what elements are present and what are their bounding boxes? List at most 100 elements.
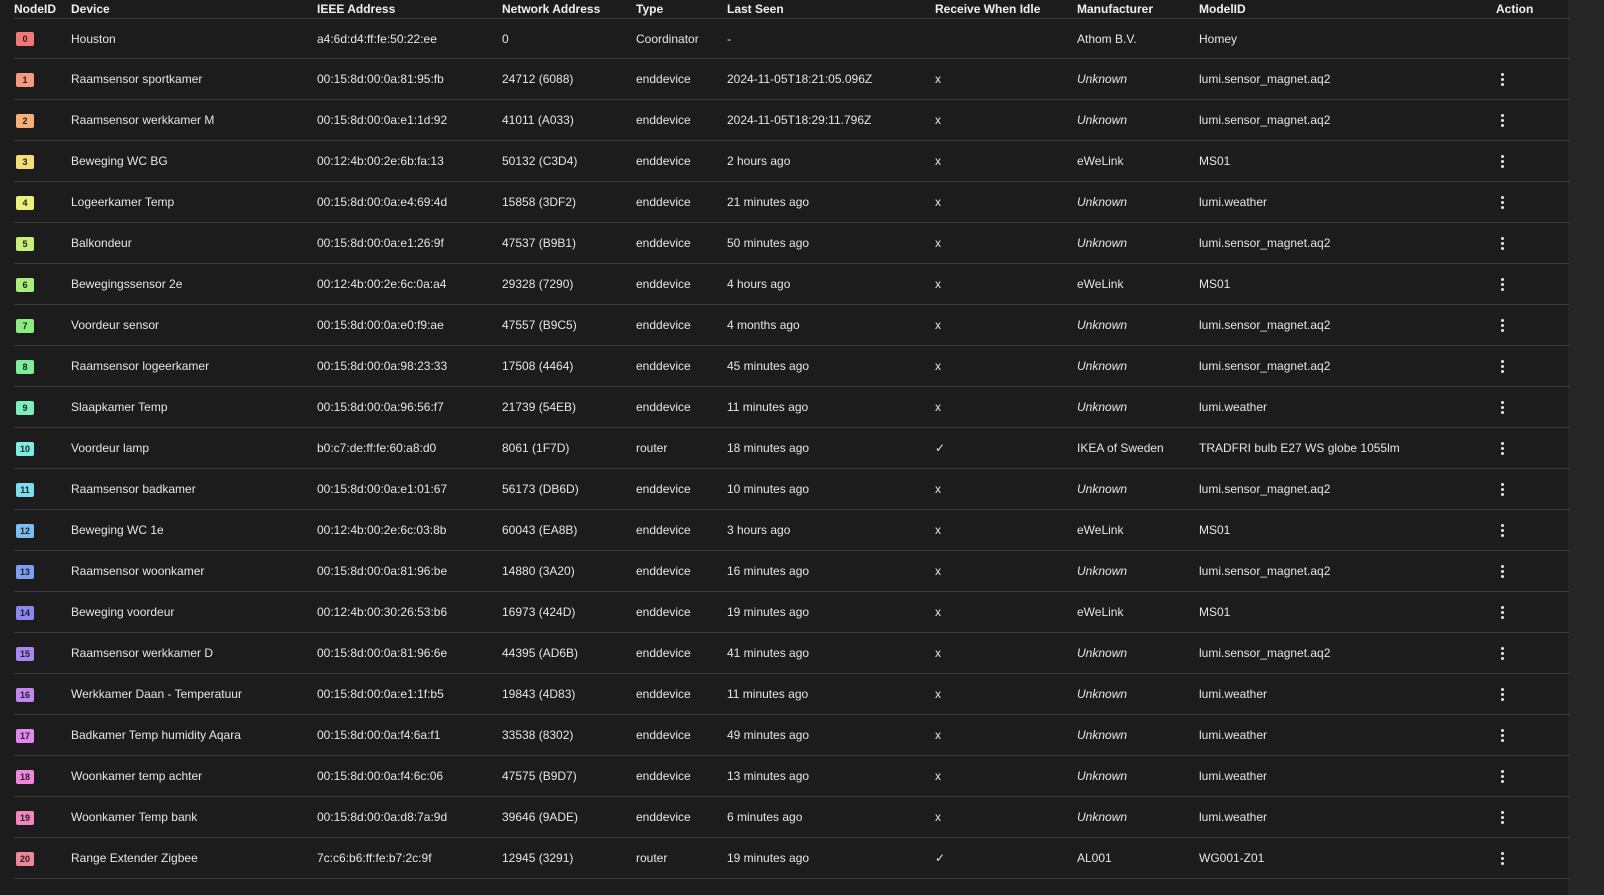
scrollbar-track[interactable] xyxy=(1568,0,1604,895)
type-cell: enddevice xyxy=(636,277,691,291)
more-vert-icon[interactable] xyxy=(1496,273,1508,293)
last-seen-cell: 3 hours ago xyxy=(727,523,791,537)
more-vert-icon[interactable] xyxy=(1496,437,1508,457)
receive-when-idle-cell: x xyxy=(935,769,941,783)
node-id-badge: 0 xyxy=(16,32,34,46)
more-vert-icon[interactable] xyxy=(1496,68,1508,88)
table-row[interactable]: 15 Raamsensor werkkamer D 00:15:8d:00:0a:8… xyxy=(14,633,1570,674)
device-name-cell: Woonkamer temp achter xyxy=(71,769,203,783)
header-network-address[interactable]: Network Address xyxy=(502,0,636,19)
manufacturer-cell: Unknown xyxy=(1077,72,1128,86)
table-row[interactable]: 10 Voordeur lamp b0:c7:de:ff:fe:60:a8:d0 80… xyxy=(14,428,1570,469)
table-row[interactable]: 5 Balkondeur 00:15:8d:00:0a:e1:26:9f 47537 … xyxy=(14,223,1570,264)
last-seen-cell: 4 hours ago xyxy=(727,277,791,291)
table-row[interactable]: 13 Raamsensor woonkamer 00:15:8d:00:0a:81:… xyxy=(14,551,1570,592)
manufacturer-cell: Unknown xyxy=(1077,564,1128,578)
more-vert-icon[interactable] xyxy=(1496,847,1508,867)
network-address-cell: 15858 (3DF2) xyxy=(502,195,577,209)
more-vert-icon[interactable] xyxy=(1496,396,1508,416)
more-vert-icon[interactable] xyxy=(1496,806,1508,826)
more-vert-icon[interactable] xyxy=(1496,765,1508,785)
node-id-badge: 19 xyxy=(16,810,34,825)
table-body: 0 Houston a4:6d:d4:ff:fe:50:22:ee 0 Coordina… xyxy=(14,19,1570,879)
receive-when-idle-cell: ✓ xyxy=(935,851,946,865)
device-name-cell: Raamsensor werkkamer M xyxy=(71,113,215,127)
manufacturer-cell: Unknown xyxy=(1077,195,1128,209)
table-row[interactable]: 3 Beweging WC BG 00:12:4b:00:2e:6b:fa:13 50… xyxy=(14,141,1570,182)
ieee-address-cell: 00:12:4b:00:2e:6c:0a:a4 xyxy=(317,277,447,291)
model-id-cell: lumi.sensor_magnet.aq2 xyxy=(1199,564,1331,578)
more-vert-icon[interactable] xyxy=(1496,683,1508,703)
header-receive-when-idle[interactable]: Receive When Idle xyxy=(935,0,1077,19)
table-row[interactable]: 14 Beweging voordeur 00:12:4b:00:30:26:53:… xyxy=(14,592,1570,633)
more-vert-icon[interactable] xyxy=(1496,191,1508,211)
more-vert-icon[interactable] xyxy=(1496,601,1508,621)
table-row[interactable]: 18 Woonkamer temp achter 00:15:8d:00:0a:f4… xyxy=(14,756,1570,797)
action-cell xyxy=(1478,756,1570,797)
node-id-badge: 4 xyxy=(16,195,34,210)
action-cell xyxy=(1478,264,1570,305)
header-last-seen[interactable]: Last Seen xyxy=(727,0,935,19)
ieee-address-cell: 00:15:8d:00:0a:81:95:fb xyxy=(317,72,444,86)
more-vert-icon[interactable] xyxy=(1496,724,1508,744)
table-row[interactable]: 2 Raamsensor werkkamer M 00:15:8d:00:0a:e1… xyxy=(14,100,1570,141)
type-cell: enddevice xyxy=(636,236,691,250)
table-row[interactable]: 20 Range Extender Zigbee 7c:c6:b6:ff:fe:b7… xyxy=(14,838,1570,879)
model-id-cell: Homey xyxy=(1199,31,1238,46)
more-vert-icon[interactable] xyxy=(1496,560,1508,580)
ieee-address-cell: 00:12:4b:00:30:26:53:b6 xyxy=(317,605,448,619)
type-cell: enddevice xyxy=(636,400,691,414)
table-row[interactable]: 4 Logeerkamer Temp 00:15:8d:00:0a:e4:69:4d… xyxy=(14,182,1570,223)
manufacturer-cell: Unknown xyxy=(1077,236,1128,250)
header-node-id[interactable]: NodeID xyxy=(14,0,71,19)
manufacturer-cell: eWeLink xyxy=(1077,523,1124,537)
last-seen-cell: 21 minutes ago xyxy=(727,195,810,209)
more-vert-icon[interactable] xyxy=(1496,232,1508,252)
action-cell xyxy=(1478,223,1570,264)
action-cell xyxy=(1478,715,1570,756)
network-address-cell: 41011 (A033) xyxy=(502,113,574,127)
table-row[interactable]: 12 Beweging WC 1e 00:12:4b:00:2e:6c:03:8b 6… xyxy=(14,510,1570,551)
receive-when-idle-cell: x xyxy=(935,523,941,537)
header-type[interactable]: Type xyxy=(636,0,727,19)
table-row[interactable]: 8 Raamsensor logeerkamer 00:15:8d:00:0a:98… xyxy=(14,346,1570,387)
node-id-cell: 5 xyxy=(14,223,71,264)
header-model-id[interactable]: ModelID xyxy=(1199,0,1478,19)
manufacturer-cell: Unknown xyxy=(1077,646,1128,660)
node-id-badge: 20 xyxy=(16,851,34,866)
last-seen-cell: 19 minutes ago xyxy=(727,851,810,865)
table-row[interactable]: 19 Woonkamer Temp bank 00:15:8d:00:0a:d8:7… xyxy=(14,797,1570,838)
network-address-cell: 16973 (424D) xyxy=(502,605,576,619)
table-row[interactable]: 17 Badkamer Temp humidity Aqara 00:15:8d:0… xyxy=(14,715,1570,756)
model-id-cell: lumi.weather xyxy=(1199,400,1268,414)
table-row[interactable]: 9 Slaapkamer Temp 00:15:8d:00:0a:96:56:f7 2… xyxy=(14,387,1570,428)
more-vert-icon[interactable] xyxy=(1496,642,1508,662)
table-row[interactable]: 6 Bewegingssensor 2e 00:12:4b:00:2e:6c:0a:… xyxy=(14,264,1570,305)
model-id-cell: lumi.sensor_magnet.aq2 xyxy=(1199,72,1331,86)
type-cell: enddevice xyxy=(636,318,691,332)
ieee-address-cell: a4:6d:d4:ff:fe:50:22:ee xyxy=(317,31,437,46)
more-vert-icon[interactable] xyxy=(1496,150,1508,170)
manufacturer-cell: eWeLink xyxy=(1077,277,1124,291)
table-row[interactable]: 0 Houston a4:6d:d4:ff:fe:50:22:ee 0 Coordina… xyxy=(14,19,1570,59)
type-cell: enddevice xyxy=(636,769,691,783)
header-ieee-address[interactable]: IEEE Address xyxy=(317,0,502,19)
more-vert-icon[interactable] xyxy=(1496,355,1508,375)
node-id-cell: 4 xyxy=(14,182,71,223)
node-id-cell: 6 xyxy=(14,264,71,305)
node-id-badge: 6 xyxy=(16,277,34,292)
table-row[interactable]: 16 Werkkamer Daan - Temperatuur 00:15:8d:0… xyxy=(14,674,1570,715)
type-cell: enddevice xyxy=(636,113,691,127)
device-name-cell: Bewegingssensor 2e xyxy=(71,277,183,291)
table-row[interactable]: 11 Raamsensor badkamer 00:15:8d:00:0a:e1:0… xyxy=(14,469,1570,510)
more-vert-icon[interactable] xyxy=(1496,519,1508,539)
more-vert-icon[interactable] xyxy=(1496,314,1508,334)
more-vert-icon[interactable] xyxy=(1496,478,1508,498)
table-row[interactable]: 1 Raamsensor sportkamer 00:15:8d:00:0a:81:… xyxy=(14,59,1570,100)
table-row[interactable]: 7 Voordeur sensor 00:15:8d:00:0a:e0:f9:ae 4… xyxy=(14,305,1570,346)
header-device[interactable]: Device xyxy=(71,0,317,19)
header-manufacturer[interactable]: Manufacturer xyxy=(1077,0,1199,19)
network-address-cell: 14880 (3A20) xyxy=(502,564,575,578)
node-id-cell: 0 xyxy=(14,19,71,59)
more-vert-icon[interactable] xyxy=(1496,109,1508,129)
